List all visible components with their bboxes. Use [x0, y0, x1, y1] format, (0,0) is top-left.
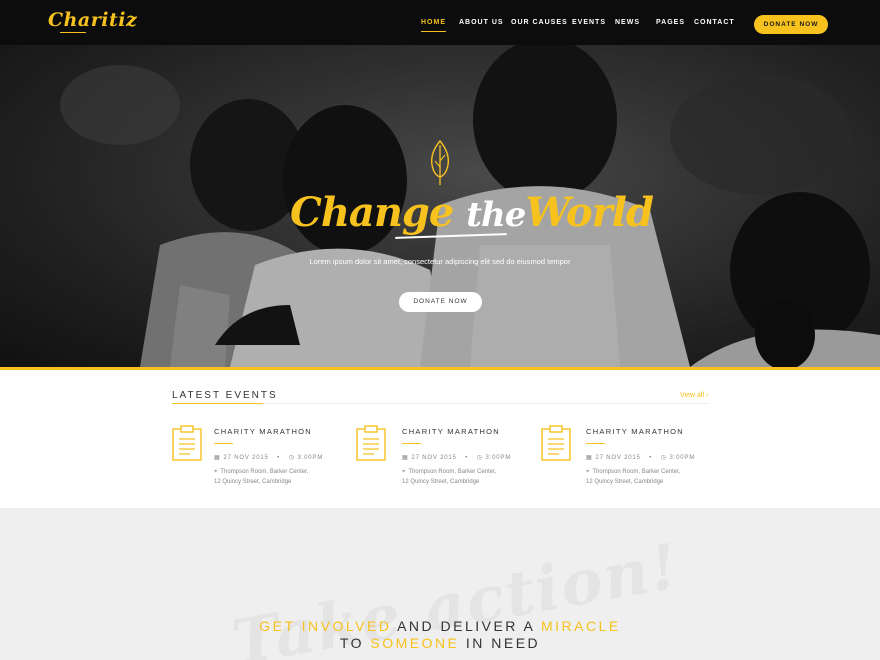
- event-card[interactable]: CHARITY MARATHON ▦ 27 NOV 2015 • ◷ 3:00PM …: [541, 425, 711, 495]
- nav-item-contact[interactable]: CONTACT: [694, 19, 735, 26]
- take-action-section: Take action! GET INVOLVED AND DELIVER A …: [0, 508, 880, 660]
- event-date: 27 NOV 2015: [411, 455, 457, 461]
- hero-subtitle: Lorem ipsum dolor sit amet, consectetur …: [309, 257, 571, 266]
- meta-dot: •: [277, 455, 281, 461]
- event-meta: ▦ 27 NOV 2015 • ◷ 3:00PM: [214, 454, 323, 461]
- event-address-line1: Thompson Room, Barker Center,: [408, 469, 497, 475]
- nav-item-events[interactable]: EVENTS: [572, 19, 606, 26]
- action-line-2: TO SOMEONE IN NEED: [0, 635, 880, 651]
- event-address-line2: 12 Quincy Street, Cambridge: [214, 479, 292, 485]
- nav-donate-button[interactable]: DONATE NOW: [754, 15, 828, 34]
- action-someone: SOMEONE: [370, 635, 460, 651]
- location-pin-icon: ⌖: [402, 469, 406, 475]
- event-address: ⌖ Thompson Room, Barker Center, 12 Quincy…: [402, 467, 496, 487]
- leaf-icon: [430, 139, 450, 185]
- hero-title-world: World: [525, 189, 654, 236]
- event-date: 27 NOV 2015: [223, 455, 269, 461]
- location-pin-icon: ⌖: [214, 469, 218, 475]
- event-address-line2: 12 Quincy Street, Cambridge: [586, 479, 664, 485]
- main-menu: HOME ABOUT US OUR CAUSES EVENTS NEWS PAG…: [0, 19, 880, 33]
- view-all-link[interactable]: View all ›: [680, 392, 708, 399]
- event-time: 3:00PM: [669, 455, 696, 461]
- action-to: TO: [339, 635, 365, 651]
- clipboard-icon: [541, 425, 571, 461]
- event-address-line2: 12 Quincy Street, Cambridge: [402, 479, 480, 485]
- event-name-underline: [586, 443, 605, 444]
- events-heading: LATEST EVENTS: [172, 390, 278, 401]
- events-heading-underline: [172, 403, 263, 404]
- clipboard-icon: [172, 425, 202, 461]
- event-address-line1: Thompson Room, Barker Center,: [592, 469, 681, 475]
- clipboard-icon: [356, 425, 386, 461]
- hero-title: Change theWorld: [290, 189, 654, 236]
- event-card[interactable]: CHARITY MARATHON ▦ 27 NOV 2015 • ◷ 3:00PM …: [356, 425, 526, 495]
- event-name[interactable]: CHARITY MARATHON: [586, 427, 684, 436]
- event-meta: ▦ 27 NOV 2015 • ◷ 3:00PM: [402, 454, 511, 461]
- meta-dot: •: [465, 455, 469, 461]
- calendar-icon: ▦: [586, 455, 593, 461]
- event-time: 3:00PM: [485, 455, 512, 461]
- clock-icon: ◷: [288, 455, 295, 461]
- location-pin-icon: ⌖: [586, 469, 590, 475]
- clock-icon: ◷: [660, 455, 667, 461]
- hero-donate-button[interactable]: DONATE NOW: [399, 292, 482, 312]
- events-divider: [263, 403, 709, 404]
- event-name-underline: [402, 443, 421, 444]
- action-get-involved: GET INVOLVED: [259, 618, 392, 634]
- action-deliver: AND DELIVER A: [397, 618, 535, 634]
- event-card[interactable]: CHARITY MARATHON ▦ 27 NOV 2015 • ◷ 3:00PM …: [172, 425, 342, 495]
- top-navbar: Charitiz HOME ABOUT US OUR CAUSES EVENTS…: [0, 0, 880, 45]
- nav-item-about-us[interactable]: ABOUT US: [459, 19, 504, 26]
- event-name-underline: [214, 443, 233, 444]
- action-line-1: GET INVOLVED AND DELIVER A MIRACLE: [0, 618, 880, 634]
- nav-item-home[interactable]: HOME: [421, 19, 446, 32]
- action-in-need: IN NEED: [465, 635, 541, 651]
- hero-title-change: Change: [290, 189, 454, 236]
- event-date: 27 NOV 2015: [595, 455, 641, 461]
- calendar-icon: ▦: [402, 455, 409, 461]
- clock-icon: ◷: [476, 455, 483, 461]
- meta-dot: •: [649, 455, 653, 461]
- event-name[interactable]: CHARITY MARATHON: [402, 427, 500, 436]
- event-address: ⌖ Thompson Room, Barker Center, 12 Quincy…: [586, 467, 680, 487]
- event-address-line1: Thompson Room, Barker Center,: [220, 469, 309, 475]
- latest-events-section: LATEST EVENTS View all › CHARITY MARATHO…: [0, 370, 880, 508]
- hero-title-the: the: [466, 195, 526, 235]
- calendar-icon: ▦: [214, 455, 221, 461]
- action-miracle: MIRACLE: [541, 618, 621, 634]
- event-time: 3:00PM: [297, 455, 324, 461]
- nav-item-our-causes[interactable]: OUR CAUSES: [511, 19, 568, 26]
- event-name[interactable]: CHARITY MARATHON: [214, 427, 312, 436]
- nav-item-news[interactable]: NEWS: [615, 19, 640, 26]
- event-meta: ▦ 27 NOV 2015 • ◷ 3:00PM: [586, 454, 695, 461]
- event-address: ⌖ Thompson Room, Barker Center, 12 Quincy…: [214, 467, 308, 487]
- nav-item-pages[interactable]: PAGES: [656, 19, 685, 26]
